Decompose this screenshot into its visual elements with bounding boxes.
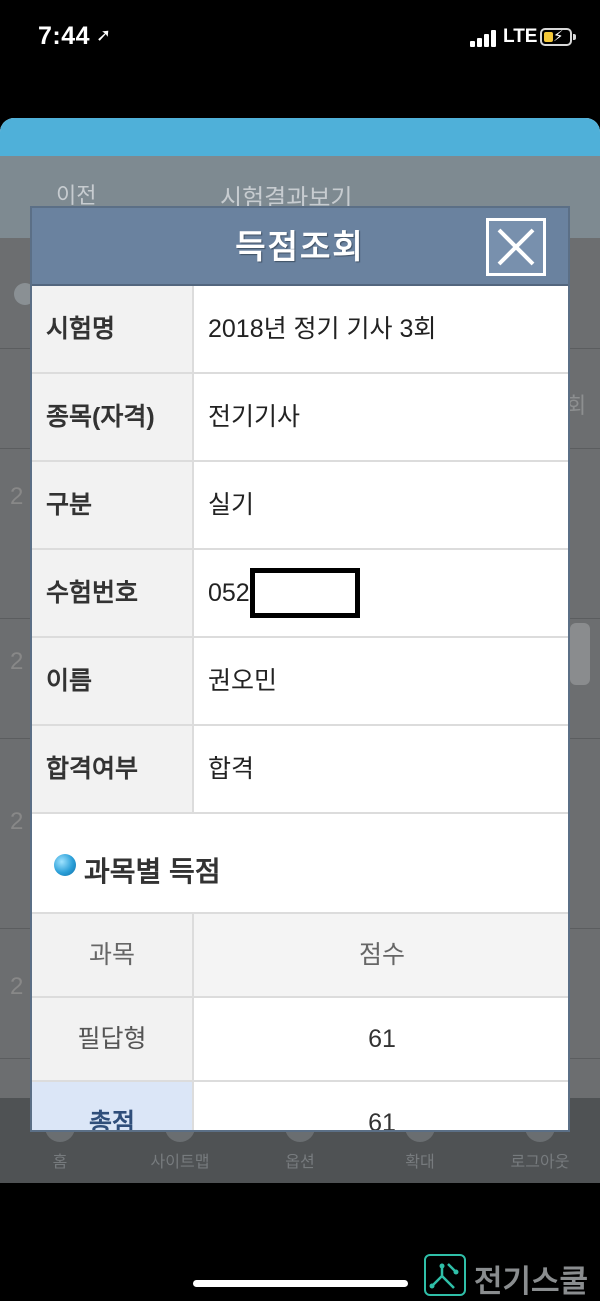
info-value: 2018년 정기 기사 3회 <box>208 315 437 343</box>
info-label: 시험명 <box>32 286 194 372</box>
info-label: 수험번호 <box>32 550 194 636</box>
column-header-subject: 과목 <box>32 914 194 996</box>
section-title: 과목별 득점 <box>84 856 221 887</box>
network-type: LTE <box>503 26 538 47</box>
info-row-exam-number: 수험번호 052 <box>32 550 568 638</box>
location-arrow-icon: ➚ <box>96 25 112 45</box>
home-indicator[interactable] <box>193 1280 408 1287</box>
app-list-text: 2 <box>10 808 24 835</box>
tab-label: 로그아웃 <box>510 1154 570 1171</box>
redaction-box <box>250 568 360 618</box>
info-value: 전기기사 <box>208 403 301 431</box>
table-row: 필답형 61 <box>32 998 568 1082</box>
info-value: 실기 <box>208 491 255 519</box>
close-button[interactable] <box>486 218 546 276</box>
circuit-logo-icon <box>424 1254 466 1296</box>
tab-label: 사이트맵 <box>150 1154 210 1171</box>
watermark-text: 전기스쿨 <box>474 1264 589 1299</box>
subject-cell: 필답형 <box>32 998 194 1080</box>
close-x-icon <box>497 228 535 266</box>
modal-header: 득점조회 <box>32 208 568 286</box>
bullet-icon <box>54 854 76 876</box>
info-label: 종목(자격) <box>32 374 194 460</box>
app-top-bar <box>0 118 600 156</box>
battery-charging-icon: ⚡ <box>540 28 576 46</box>
info-row-category: 구분 실기 <box>32 462 568 550</box>
total-label: 총점 <box>32 1082 194 1130</box>
info-row-qualification: 종목(자격) 전기기사 <box>32 374 568 462</box>
info-row-name: 이름 권오민 <box>32 638 568 726</box>
app-list-button[interactable] <box>570 623 590 685</box>
score-table-header: 과목 점수 <box>32 914 568 998</box>
column-header-score: 점수 <box>194 914 568 996</box>
app-list-text: 2 <box>10 483 24 510</box>
cellular-signal-icon <box>470 29 498 47</box>
score-lookup-modal: 득점조회 시험명 2018년 정기 기사 3회 종목(자격) 전기기사 구분 실… <box>30 206 570 1132</box>
status-bar: 7:44 ➚ LTE ⚡ <box>0 0 600 80</box>
tab-label: 홈 <box>52 1154 68 1171</box>
tab-label: 확대 <box>405 1154 435 1171</box>
info-value: 052 <box>208 579 250 607</box>
info-value: 권오민 <box>208 667 278 695</box>
total-row: 총점 61 <box>32 1082 568 1130</box>
info-value: 합격 <box>208 755 255 783</box>
info-label: 합격여부 <box>32 726 194 812</box>
subject-score-section: 과목별 득점 <box>32 814 568 914</box>
score-cell: 61 <box>368 1025 396 1053</box>
tab-label: 옵션 <box>285 1154 315 1171</box>
info-label: 이름 <box>32 638 194 724</box>
status-time: 7:44 <box>38 22 91 50</box>
app-list-text: 2 <box>10 648 24 675</box>
info-label: 구분 <box>32 462 194 548</box>
app-list-text: 2 <box>10 973 24 1000</box>
info-row-pass-status: 합격여부 합격 <box>32 726 568 814</box>
total-score: 61 <box>194 1082 568 1130</box>
info-row-exam-name: 시험명 2018년 정기 기사 3회 <box>32 286 568 374</box>
